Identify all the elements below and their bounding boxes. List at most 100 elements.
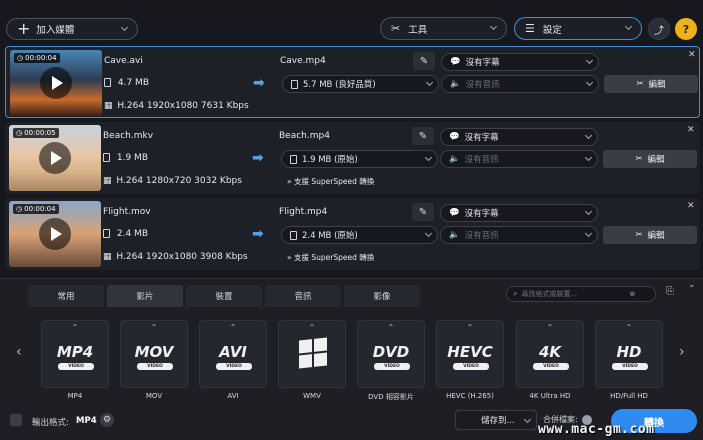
tab-label: 影片 xyxy=(136,292,154,302)
audio-dropdown[interactable]: 🔈 沒有音訊 xyxy=(440,150,598,168)
expand-caret-icon[interactable]: ⌃ xyxy=(279,323,345,332)
help-button[interactable]: ? xyxy=(675,18,697,40)
format-card-mov[interactable]: ⌃ MOV VIDEO xyxy=(120,320,188,388)
edit-label: 編輯 xyxy=(647,155,665,165)
output-filename: Flight.mp4 xyxy=(279,207,328,217)
audio-text: 沒有音訊 xyxy=(464,231,499,241)
expand-caret-icon[interactable]: ⌃ xyxy=(517,323,583,332)
output-size-dropdown[interactable]: 1.9 MB (原始) xyxy=(281,150,438,168)
share-button[interactable]: ⤴ xyxy=(648,18,670,40)
chevron-down-icon xyxy=(624,22,633,31)
output-format-label: 輸出格式: xyxy=(32,418,69,428)
output-size-dropdown[interactable]: 5.7 MB (良好品質) xyxy=(282,75,439,93)
tools-dropdown[interactable]: ✂ 工具 xyxy=(380,17,507,40)
format-card-hd-full-hd[interactable]: ⌃ HD VIDEO xyxy=(595,320,663,388)
edit-name-button[interactable]: ✎ xyxy=(413,52,435,70)
scroll-right-icon[interactable]: › xyxy=(679,344,685,360)
subtitle-text: 沒有字幕 xyxy=(464,209,499,219)
format-card-avi[interactable]: ⌃ AVI VIDEO xyxy=(199,320,267,388)
remove-file-icon[interactable]: ✕ xyxy=(688,50,696,60)
audio-dropdown[interactable]: 🔈 沒有音訊 xyxy=(440,226,598,244)
tab-label: 常用 xyxy=(57,292,75,302)
edit-name-button[interactable]: ✎ xyxy=(412,203,434,221)
source-size: 1.9 MB xyxy=(103,153,148,163)
chevron-down-icon xyxy=(120,23,129,32)
settings-dropdown[interactable]: ☰ 設定 xyxy=(514,17,642,40)
duration-text: 00:00:05 xyxy=(24,129,56,137)
file-icon xyxy=(290,230,297,240)
film-icon: ▦ xyxy=(103,176,112,186)
format-card-4k-ultra-hd[interactable]: ⌃ 4K VIDEO xyxy=(516,320,584,388)
chevron-down-icon xyxy=(424,229,433,238)
save-to-label: 儲存到... xyxy=(481,416,515,426)
output-format-value: MP4 xyxy=(76,416,97,426)
convert-arrow-icon: ➡ xyxy=(252,150,264,166)
superspeed-text: 支援 SuperSpeed 轉換 xyxy=(293,177,375,186)
edit-button[interactable]: ✂ 編輯 xyxy=(604,75,698,93)
film-icon: ▦ xyxy=(104,101,113,111)
video-thumbnail: ◷ 00:00:05 xyxy=(9,125,101,191)
clear-search-icon[interactable]: ⊗ xyxy=(629,290,635,298)
format-logo: MP4 xyxy=(56,343,94,361)
add-media-button[interactable]: + 加入媒體 xyxy=(6,18,138,40)
output-size-text: 1.9 MB (原始) xyxy=(302,155,358,165)
duration-text: 00:00:04 xyxy=(24,205,56,213)
audio-dropdown[interactable]: 🔈 沒有音訊 xyxy=(441,75,599,93)
format-label: HEVC (H.265) xyxy=(446,392,494,400)
video-thumbnail: ◷ 00:00:04 xyxy=(9,201,101,267)
tab-popular[interactable]: 常用 xyxy=(28,285,104,307)
search-input[interactable] xyxy=(521,290,630,298)
format-card-wmv[interactable]: ⌃ xyxy=(278,320,346,388)
subtitle-dropdown[interactable]: 💬 沒有字幕 xyxy=(441,53,599,71)
scroll-left-icon[interactable]: ‹ xyxy=(16,344,22,360)
pencil-icon: ✎ xyxy=(418,130,428,142)
play-button[interactable] xyxy=(39,218,71,250)
edit-button[interactable]: ✂ 編輯 xyxy=(603,226,697,244)
format-logo: HEVC xyxy=(447,343,493,361)
source-codec: ▦ H.264 1920x1080 3908 Kbps xyxy=(103,252,248,262)
expand-caret-icon[interactable]: ⌃ xyxy=(437,323,503,332)
file-row-flight[interactable]: ◷ 00:00:04 Flight.mov 2.4 MB ▦ H.264 1920… xyxy=(5,198,700,270)
speech-bubble-icon: 💬 xyxy=(450,57,461,67)
play-button[interactable] xyxy=(39,142,71,174)
superspeed-text: 支援 SuperSpeed 轉換 xyxy=(293,253,375,262)
save-to-dropdown[interactable]: 儲存到... xyxy=(455,410,537,430)
format-card-hevc-h-265[interactable]: ⌃ HEVC VIDEO xyxy=(436,320,504,388)
edit-name-button[interactable]: ✎ xyxy=(412,127,434,145)
remove-file-icon[interactable]: ✕ xyxy=(687,125,695,135)
expand-caret-icon[interactable]: ⌃ xyxy=(596,323,662,332)
format-search: ⌕ ⊗ xyxy=(506,286,656,302)
format-card-mp4[interactable]: ⌃ MP4 VIDEO xyxy=(41,320,109,388)
tab-devices[interactable]: 裝置 xyxy=(186,285,262,307)
expand-caret-icon[interactable]: ⌃ xyxy=(358,323,424,332)
format-card-dvd[interactable]: ⌃ DVD VIDEO xyxy=(357,320,425,388)
size-text: 2.4 MB xyxy=(116,229,148,239)
expand-caret-icon[interactable]: ⌃ xyxy=(200,323,266,332)
output-settings-gear-icon[interactable]: ⚙ xyxy=(100,413,114,427)
output-size-dropdown[interactable]: 2.4 MB (原始) xyxy=(281,226,438,244)
subtitle-dropdown[interactable]: 💬 沒有字幕 xyxy=(440,128,598,146)
source-size: 2.4 MB xyxy=(103,229,148,239)
format-logo-tag: VIDEO xyxy=(374,363,410,370)
expand-caret-icon[interactable]: ⌃ xyxy=(42,323,108,332)
collapse-panel-icon[interactable]: ⌄ xyxy=(688,280,696,290)
remove-file-icon[interactable]: ✕ xyxy=(687,201,695,211)
file-row-beach[interactable]: ◷ 00:00:05 Beach.mkv 1.9 MB ▦ H.264 1280x… xyxy=(5,122,700,194)
chevron-down-icon xyxy=(585,78,594,87)
superspeed-note: » 支援 SuperSpeed 轉換 xyxy=(287,252,374,263)
tab-images[interactable]: 影像 xyxy=(344,285,420,307)
speaker-icon: 🔈 xyxy=(450,79,461,89)
format-info-icon[interactable]: ⎘ xyxy=(666,286,682,302)
chevron-down-icon xyxy=(584,229,593,238)
chevron-down-icon xyxy=(584,131,593,140)
play-button[interactable] xyxy=(40,67,72,99)
expand-caret-icon[interactable]: ⌃ xyxy=(121,323,187,332)
file-row-cave[interactable]: ◷ 00:00:04 Cave.avi 4.7 MB ▦ H.264 1920x1… xyxy=(5,46,700,118)
tab-audio[interactable]: 音訊 xyxy=(265,285,341,307)
format-logo: AVI xyxy=(219,343,247,361)
subtitle-dropdown[interactable]: 💬 沒有字幕 xyxy=(440,204,598,222)
tab-video[interactable]: 影片 xyxy=(107,285,183,307)
format-logo: DVD xyxy=(372,343,410,361)
chevron-down-icon xyxy=(584,153,593,162)
edit-button[interactable]: ✂ 編輯 xyxy=(603,150,697,168)
